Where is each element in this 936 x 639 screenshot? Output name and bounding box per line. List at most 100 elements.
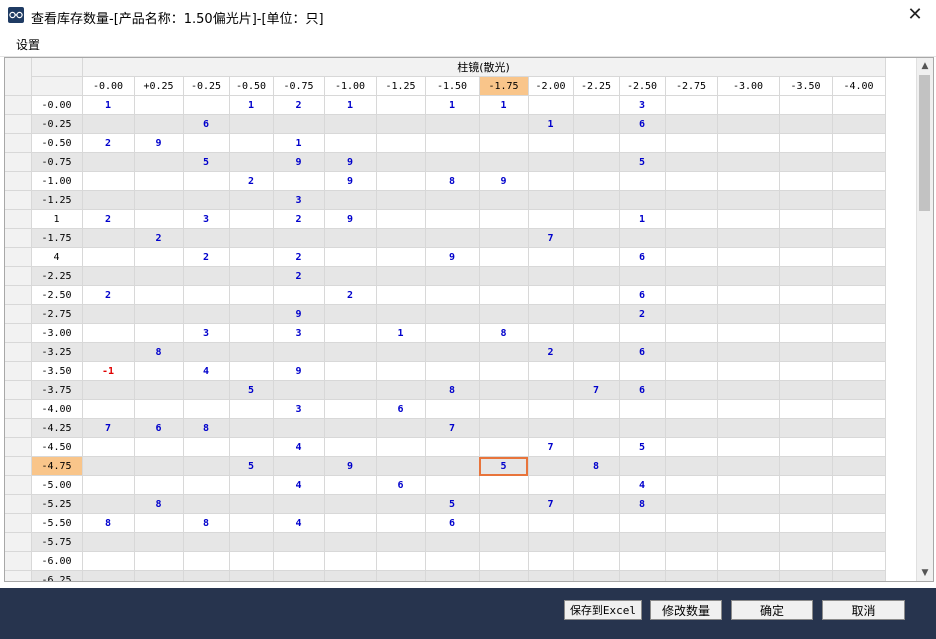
quantity-cell[interactable] [779,228,833,248]
quantity-cell[interactable] [82,456,135,476]
quantity-cell[interactable] [573,266,620,286]
quantity-cell[interactable]: 2 [82,209,135,229]
quantity-cell[interactable]: 2 [528,342,574,362]
quantity-cell[interactable] [779,570,833,581]
quantity-cell[interactable] [573,209,620,229]
quantity-cell[interactable] [832,513,886,533]
row-header[interactable]: -4.50 [31,437,83,457]
quantity-cell[interactable] [82,399,135,419]
quantity-cell[interactable] [619,361,666,381]
row-selector[interactable] [5,95,32,115]
column-header[interactable]: -1.50 [425,76,480,96]
quantity-cell[interactable] [134,399,184,419]
quantity-cell[interactable]: 2 [619,304,666,324]
quantity-cell[interactable] [479,380,529,400]
quantity-cell[interactable] [82,304,135,324]
quantity-cell[interactable] [82,114,135,134]
column-header[interactable]: -3.50 [779,76,833,96]
quantity-cell[interactable] [665,152,718,172]
quantity-cell[interactable] [832,361,886,381]
quantity-cell[interactable] [479,266,529,286]
quantity-cell[interactable] [717,399,780,419]
row-header[interactable]: -2.50 [31,285,83,305]
quantity-cell[interactable] [376,418,426,438]
quantity-cell[interactable] [619,323,666,343]
quantity-cell[interactable] [832,399,886,419]
quantity-cell[interactable] [832,209,886,229]
quantity-cell[interactable]: 4 [273,437,325,457]
quantity-cell[interactable] [573,114,620,134]
quantity-cell[interactable] [425,456,480,476]
quantity-cell[interactable] [665,380,718,400]
quantity-cell[interactable]: 4 [619,475,666,495]
quantity-cell[interactable] [717,380,780,400]
quantity-cell[interactable] [134,456,184,476]
quantity-cell[interactable] [573,133,620,153]
row-header[interactable]: -0.25 [31,114,83,134]
quantity-cell[interactable] [717,361,780,381]
quantity-cell[interactable] [376,95,426,115]
quantity-cell[interactable] [376,228,426,248]
row-selector[interactable] [5,418,32,438]
row-header[interactable]: -3.25 [31,342,83,362]
quantity-cell[interactable] [134,437,184,457]
quantity-cell[interactable]: 9 [479,171,529,191]
quantity-cell[interactable] [183,475,230,495]
quantity-cell[interactable] [183,494,230,514]
quantity-cell[interactable]: -1 [82,361,135,381]
quantity-cell[interactable] [479,209,529,229]
quantity-cell[interactable] [573,551,620,571]
quantity-cell[interactable] [425,437,480,457]
quantity-cell[interactable] [425,266,480,286]
quantity-cell[interactable] [479,133,529,153]
quantity-cell[interactable] [573,304,620,324]
row-header[interactable]: -0.00 [31,95,83,115]
quantity-cell[interactable] [779,513,833,533]
quantity-cell[interactable] [324,323,377,343]
quantity-cell[interactable] [665,95,718,115]
quantity-cell[interactable] [479,437,529,457]
quantity-cell[interactable]: 6 [425,513,480,533]
row-selector[interactable] [5,399,32,419]
quantity-cell[interactable]: 3 [183,323,230,343]
quantity-cell[interactable] [619,399,666,419]
quantity-cell[interactable] [134,323,184,343]
row-header[interactable]: -0.75 [31,152,83,172]
row-selector[interactable] [5,304,32,324]
quantity-cell[interactable] [573,323,620,343]
quantity-cell[interactable] [479,152,529,172]
row-header[interactable]: -6.25 [31,570,83,581]
quantity-cell[interactable]: 1 [479,95,529,115]
quantity-cell[interactable] [376,570,426,581]
quantity-cell[interactable] [183,95,230,115]
row-selector[interactable] [5,551,32,571]
quantity-cell[interactable]: 6 [134,418,184,438]
column-header[interactable]: -0.25 [183,76,230,96]
quantity-cell[interactable] [528,266,574,286]
row-header[interactable]: -3.50 [31,361,83,381]
quantity-cell[interactable]: 8 [425,171,480,191]
quantity-cell[interactable]: 5 [229,456,274,476]
quantity-cell[interactable] [183,570,230,581]
quantity-cell[interactable] [528,133,574,153]
quantity-cell[interactable] [376,190,426,210]
quantity-cell[interactable] [779,133,833,153]
column-header[interactable]: -2.75 [665,76,718,96]
row-header[interactable]: -4.25 [31,418,83,438]
quantity-cell[interactable] [717,418,780,438]
quantity-cell[interactable] [229,475,274,495]
column-header[interactable]: -2.50 [619,76,666,96]
row-selector[interactable] [5,266,32,286]
quantity-cell[interactable]: 1 [619,209,666,229]
quantity-cell[interactable] [619,190,666,210]
quantity-cell[interactable] [324,342,377,362]
quantity-cell[interactable] [665,361,718,381]
quantity-cell[interactable] [229,209,274,229]
quantity-cell[interactable] [528,190,574,210]
quantity-cell[interactable] [717,304,780,324]
quantity-cell[interactable] [832,266,886,286]
quantity-cell[interactable] [82,247,135,267]
quantity-cell[interactable] [717,323,780,343]
quantity-cell[interactable]: 1 [273,133,325,153]
quantity-cell[interactable] [82,323,135,343]
